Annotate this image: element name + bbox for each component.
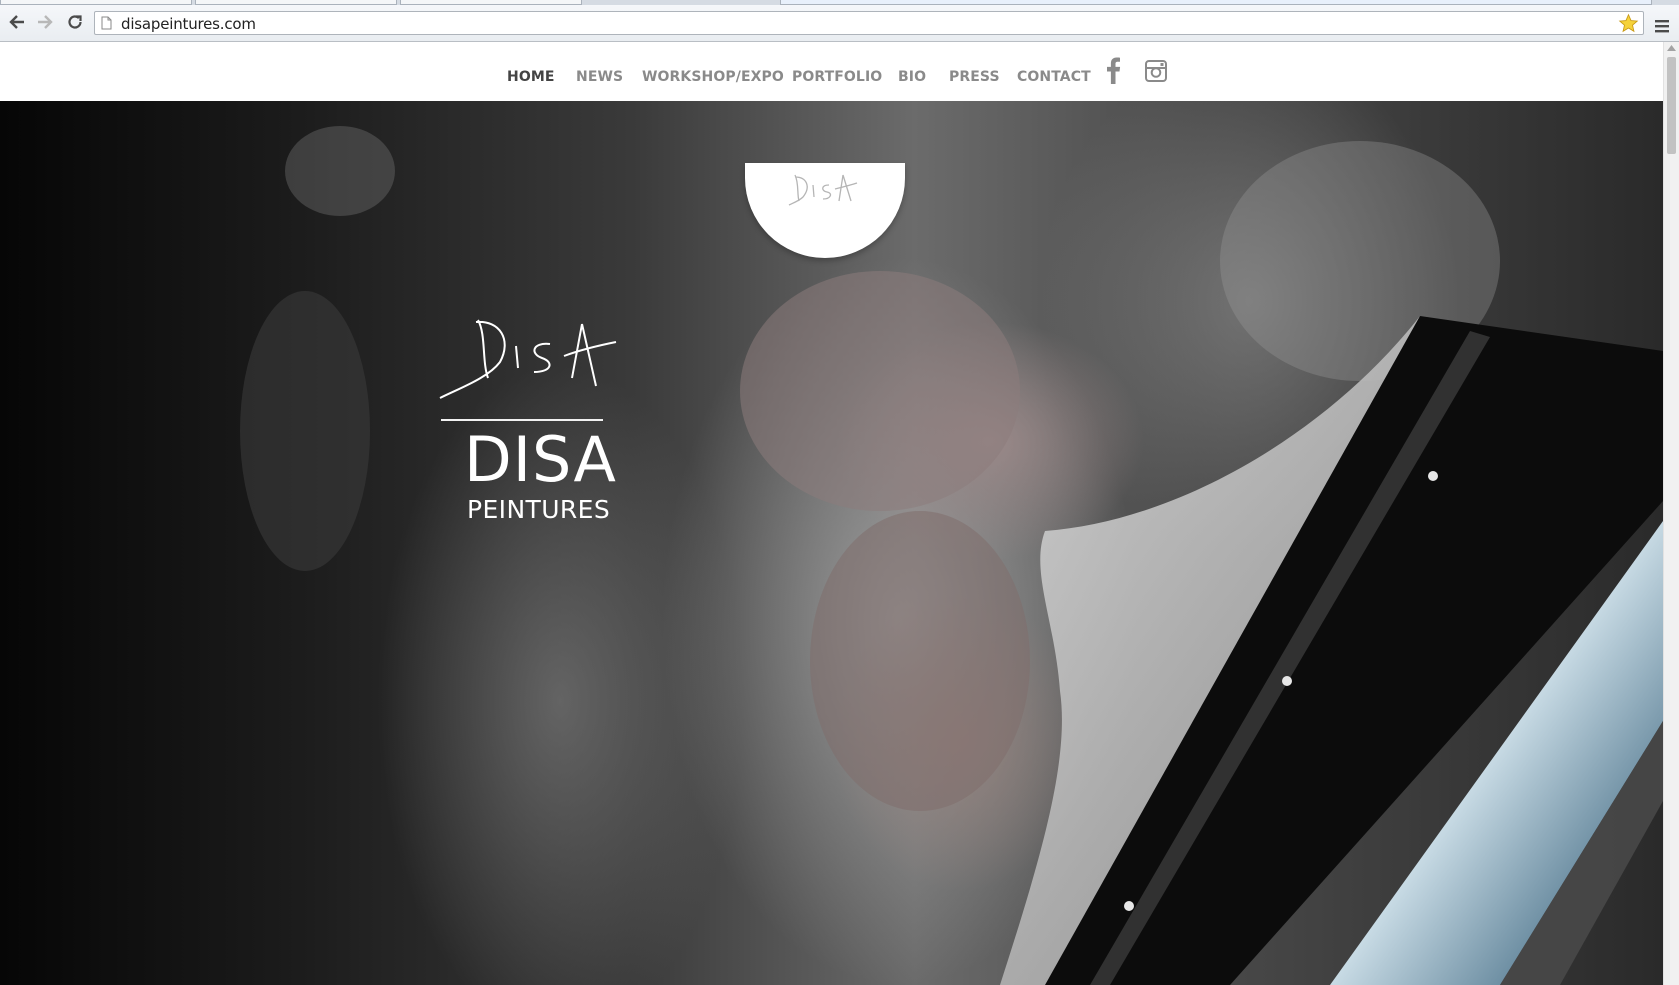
hero-section: DISA PEINTURES xyxy=(0,101,1663,985)
forward-button[interactable] xyxy=(33,10,57,34)
page-scrollbar[interactable] xyxy=(1663,42,1679,985)
site-header: HOME NEWS WORKSHOP/EXPO PORTFOLIO BIO PR… xyxy=(0,42,1663,101)
reload-icon xyxy=(68,15,82,29)
badge-signature xyxy=(788,174,858,206)
logo-title: DISA xyxy=(464,423,617,496)
nav-item-portfolio[interactable]: PORTFOLIO xyxy=(792,69,882,85)
page-icon xyxy=(101,16,112,30)
reload-button[interactable] xyxy=(63,10,87,34)
main-navigation: HOME NEWS WORKSHOP/EXPO PORTFOLIO BIO PR… xyxy=(0,42,1663,101)
nav-item-workshop-expo[interactable]: WORKSHOP/EXPO xyxy=(642,69,784,85)
logo-signature xyxy=(439,319,617,399)
hero-logo: DISA PEINTURES xyxy=(430,306,630,636)
back-arrow-icon xyxy=(9,15,24,29)
nav-item-news[interactable]: NEWS xyxy=(576,69,623,85)
scrollbar-thumb[interactable] xyxy=(1667,57,1676,154)
back-button[interactable] xyxy=(5,10,29,34)
browser-toolbar: disapeintures.com xyxy=(0,5,1679,42)
forward-arrow-icon xyxy=(38,15,53,29)
url-text[interactable]: disapeintures.com xyxy=(121,15,256,33)
logo-divider xyxy=(441,419,603,421)
nav-item-bio[interactable]: BIO xyxy=(898,69,926,85)
instagram-icon[interactable] xyxy=(1145,60,1167,82)
logo-subtitle: PEINTURES xyxy=(467,495,611,524)
address-bar[interactable]: disapeintures.com xyxy=(94,11,1644,35)
scroll-up-arrow-icon[interactable] xyxy=(1667,45,1676,51)
star-icon[interactable] xyxy=(1618,13,1639,34)
nav-item-contact[interactable]: CONTACT xyxy=(1017,69,1091,85)
hamburger-menu-icon[interactable] xyxy=(1652,16,1672,36)
facebook-icon[interactable] xyxy=(1105,56,1121,84)
nav-item-home[interactable]: HOME xyxy=(507,69,555,85)
nav-item-press[interactable]: PRESS xyxy=(949,69,1000,85)
